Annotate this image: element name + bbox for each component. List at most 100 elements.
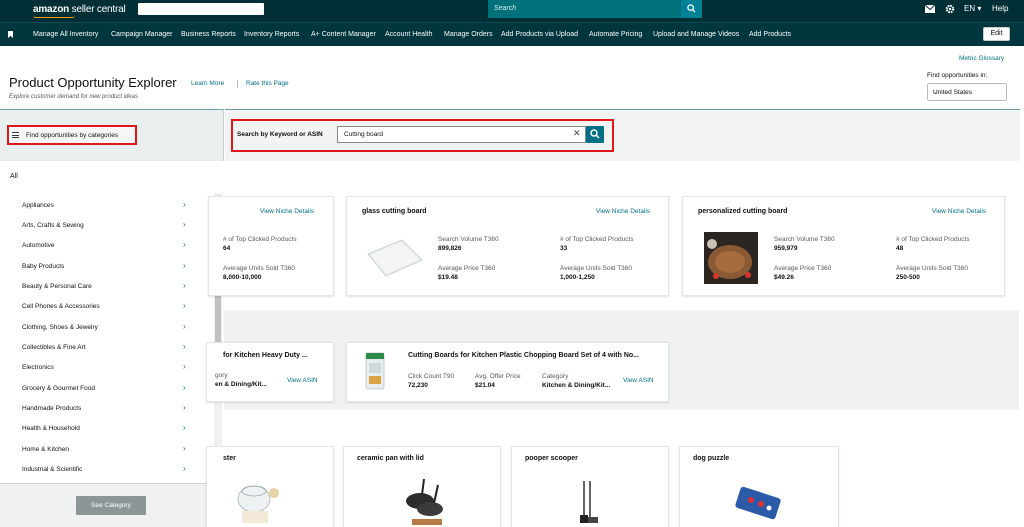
- clear-icon[interactable]: ✕: [573, 128, 581, 139]
- country-select[interactable]: United States ⌄: [927, 83, 1007, 101]
- see-category-button[interactable]: See Category: [76, 496, 146, 515]
- nav-item-business-reports[interactable]: Business Reports: [181, 31, 236, 38]
- metric-label: Avg. Offer Price: [475, 373, 521, 380]
- global-search-input[interactable]: Search: [488, 0, 681, 18]
- keyword-search-button[interactable]: [586, 126, 604, 143]
- edit-nav-button[interactable]: Edit: [983, 27, 1010, 41]
- metric-value: 959,979: [774, 245, 798, 252]
- nav-item-add-products[interactable]: Add Products: [749, 31, 791, 38]
- category-item[interactable]: Electronics: [22, 364, 54, 371]
- language-selector[interactable]: EN ▾: [964, 4, 981, 13]
- metric-glossary-link[interactable]: Metric Glossary: [959, 55, 1004, 62]
- product-title[interactable]: for Kitchen Heavy Duty ...: [223, 352, 308, 359]
- chevron-right-icon[interactable]: ›: [183, 423, 186, 432]
- search-label: Search by Keyword or ASIN: [237, 131, 323, 138]
- view-niche-details-link[interactable]: View Niche Details: [260, 208, 314, 215]
- title-divider: [237, 80, 238, 88]
- rate-page-link[interactable]: Rate this Page: [246, 80, 289, 87]
- chevron-right-icon[interactable]: ›: [183, 342, 186, 351]
- category-item[interactable]: Beauty & Personal Care: [22, 283, 92, 290]
- nav-item-manage-orders[interactable]: Manage Orders: [444, 31, 493, 38]
- metric-value: $49.26: [774, 274, 794, 281]
- chevron-right-icon[interactable]: ›: [183, 362, 186, 371]
- product-card[interactable]: [346, 342, 669, 402]
- chevron-right-icon[interactable]: ›: [183, 403, 186, 412]
- chevron-right-icon[interactable]: ›: [183, 261, 186, 270]
- marketplace-field[interactable]: [138, 3, 264, 15]
- nav-item-inventory-reports[interactable]: Inventory Reports: [244, 31, 299, 38]
- metric-value: Kitchen & Dining/Kit...: [542, 382, 611, 389]
- category-item[interactable]: Grocery & Gourmet Food: [22, 385, 95, 392]
- metric-value: 64: [223, 245, 231, 252]
- metric-label: Search Volume T360: [774, 236, 835, 243]
- glass-cutting-board-image: [367, 239, 423, 277]
- related-title[interactable]: pooper scooper: [525, 455, 578, 462]
- chevron-right-icon[interactable]: ›: [183, 220, 186, 229]
- help-link[interactable]: Help: [992, 4, 1008, 13]
- category-item[interactable]: Handmade Products: [22, 405, 81, 412]
- nav-item-a-plus-content[interactable]: A+ Content Manager: [311, 31, 376, 38]
- chevron-right-icon[interactable]: ›: [183, 240, 186, 249]
- metric-value: en & Dining/Kit...: [215, 381, 267, 388]
- category-item[interactable]: Automotive: [22, 242, 55, 249]
- page-subtitle: Explore customer demand for new product …: [9, 94, 139, 100]
- view-niche-details-link[interactable]: View Niche Details: [932, 208, 986, 215]
- nav-item-manage-all-inventory[interactable]: Manage All Inventory: [33, 31, 98, 38]
- category-toggle-button[interactable]: Find opportunities by categories: [7, 125, 137, 145]
- global-search-button[interactable]: [681, 0, 702, 18]
- page-title: Product Opportunity Explorer: [9, 75, 177, 90]
- nav-item-campaign-manager[interactable]: Campaign Manager: [111, 31, 172, 38]
- metric-label: # of Top Clicked Products: [223, 236, 297, 243]
- nav-item-upload-videos[interactable]: Upload and Manage Videos: [653, 31, 739, 38]
- product-title[interactable]: Cutting Boards for Kitchen Plastic Chopp…: [408, 352, 639, 359]
- category-item[interactable]: Appliances: [22, 202, 54, 209]
- top-bar: amazon seller central Search EN ▾ Help: [0, 0, 1024, 22]
- category-item[interactable]: Collectibles & Fine Art: [22, 344, 86, 351]
- chevron-right-icon[interactable]: ›: [183, 444, 186, 453]
- chevron-right-icon[interactable]: ›: [183, 281, 186, 290]
- category-item[interactable]: Arts, Crafts & Sewing: [22, 222, 84, 229]
- metric-label: Click Count T90: [408, 373, 455, 380]
- related-title[interactable]: ster: [223, 455, 236, 462]
- search-icon: [590, 129, 600, 139]
- category-item[interactable]: Home & Kitchen: [22, 446, 69, 453]
- category-item[interactable]: Clothing, Shoes & Jewelry: [22, 324, 98, 331]
- niche-title[interactable]: personalized cutting board: [698, 208, 787, 215]
- nav-bar: Manage All Inventory Campaign Manager Bu…: [0, 22, 1024, 46]
- mail-icon[interactable]: [925, 5, 935, 13]
- menu-icon: [12, 132, 19, 138]
- learn-more-link[interactable]: Learn More: [191, 80, 224, 87]
- related-title[interactable]: ceramic pan with lid: [357, 455, 424, 462]
- metric-label: Average Units Sold T360: [560, 265, 633, 272]
- category-all[interactable]: All: [10, 173, 18, 180]
- logo-smile: [33, 15, 75, 18]
- chevron-right-icon[interactable]: ›: [183, 200, 186, 209]
- category-item[interactable]: Industrial & Scientific: [22, 466, 82, 473]
- view-asin-link[interactable]: View ASIN: [287, 377, 318, 384]
- category-item[interactable]: Health & Household: [22, 425, 80, 432]
- view-niche-details-link[interactable]: View Niche Details: [596, 208, 650, 215]
- category-item[interactable]: Cell Phones & Accessories: [22, 303, 100, 310]
- view-asin-link[interactable]: View ASIN: [623, 377, 654, 384]
- seller-central-logo[interactable]: amazon seller central: [33, 4, 126, 15]
- category-item[interactable]: Baby Products: [22, 263, 64, 270]
- niche-title[interactable]: glass cutting board: [362, 208, 427, 215]
- metric-value: 33: [560, 245, 568, 252]
- bookmark-icon[interactable]: [8, 31, 13, 38]
- chevron-right-icon[interactable]: ›: [183, 464, 186, 473]
- keyword-search-input[interactable]: [337, 126, 586, 143]
- metric-value: 72,230: [408, 382, 428, 389]
- search-icon: [687, 4, 696, 13]
- metric-value: $19.48: [438, 274, 458, 281]
- nav-item-account-health[interactable]: Account Health: [385, 31, 432, 38]
- nav-item-automate-pricing[interactable]: Automate Pricing: [589, 31, 642, 38]
- chevron-right-icon[interactable]: ›: [183, 322, 186, 331]
- chevron-right-icon[interactable]: ›: [183, 383, 186, 392]
- dog-puzzle-image: [735, 486, 781, 520]
- metric-label: # of Top Clicked Products: [896, 236, 970, 243]
- gear-icon[interactable]: [945, 4, 955, 14]
- chevron-right-icon[interactable]: ›: [183, 301, 186, 310]
- related-title[interactable]: dog puzzle: [693, 455, 729, 462]
- nav-item-add-products-upload[interactable]: Add Products via Upload: [501, 31, 578, 38]
- toaster-product-image: [237, 485, 279, 523]
